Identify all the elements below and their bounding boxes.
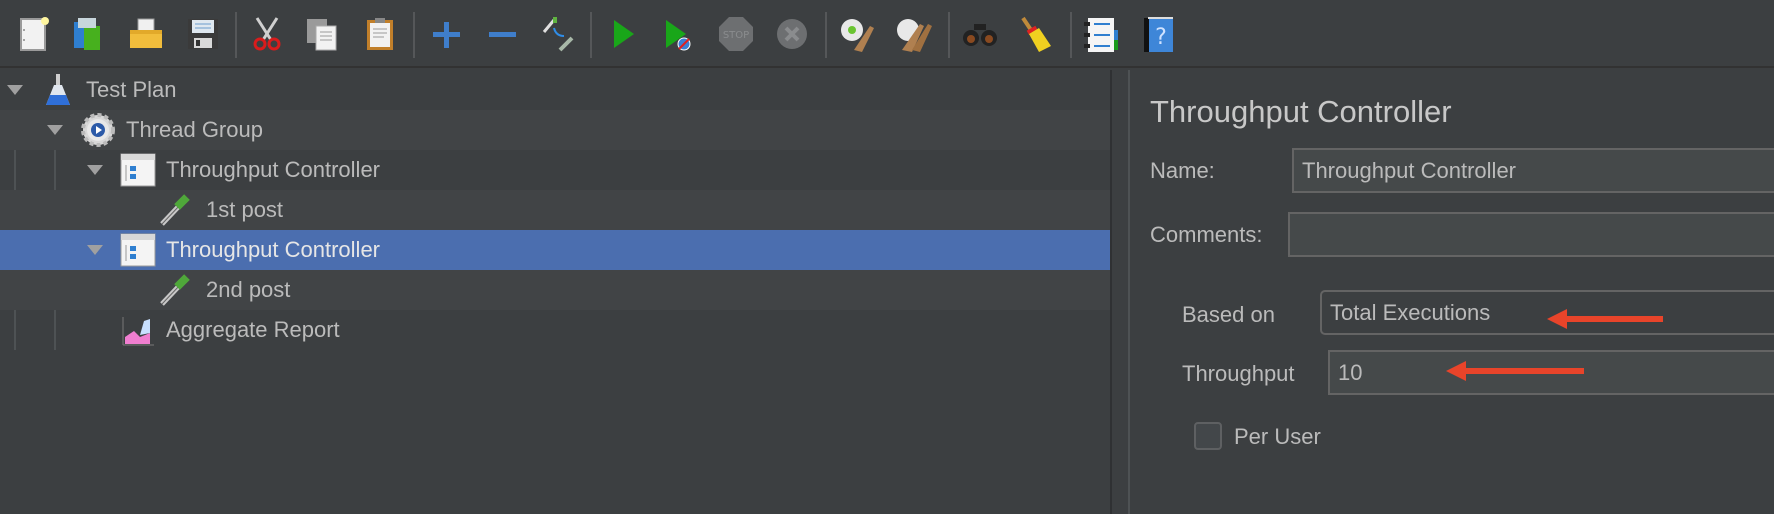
- binoculars-icon: [963, 24, 997, 46]
- panel-border: [1128, 70, 1130, 514]
- panel-splitter[interactable]: [1110, 70, 1112, 514]
- aggregate-chart-icon: [120, 313, 156, 347]
- expand-toggle-icon[interactable]: [7, 85, 23, 95]
- new-button[interactable]: [12, 12, 56, 56]
- toolbar-separator: [590, 12, 592, 58]
- play-icon: [614, 20, 634, 48]
- tree-node-test-plan[interactable]: Test Plan: [0, 70, 1110, 110]
- annotation-arrow-based-on: [1547, 309, 1663, 329]
- reset-search-button[interactable]: [1013, 12, 1057, 56]
- clear-all-button[interactable]: [890, 12, 934, 56]
- search-button[interactable]: [958, 12, 1002, 56]
- expand-toggle-icon[interactable]: [87, 245, 103, 255]
- shutdown-x-icon: [777, 19, 807, 49]
- svg-text:?: ?: [1155, 25, 1167, 50]
- tree-node-label: Test Plan: [86, 77, 177, 102]
- open-folder-icon: [130, 18, 162, 48]
- help-button[interactable]: ?: [1136, 12, 1180, 56]
- start-no-pauses-button[interactable]: [654, 12, 698, 56]
- tree-node-throughput-controller-2[interactable]: Throughput Controller: [0, 230, 1110, 270]
- name-label: Name:: [1150, 158, 1215, 183]
- tree-node-throughput-controller-1[interactable]: Throughput Controller: [0, 150, 1110, 190]
- scissors-icon: [253, 17, 281, 51]
- tree-node-label: Aggregate Report: [166, 317, 340, 342]
- cut-button[interactable]: [245, 12, 289, 56]
- clear-all-icon: [897, 19, 932, 52]
- stop-sign-icon: STOP: [719, 17, 753, 51]
- expand-toggle-icon[interactable]: [47, 125, 63, 135]
- toolbar-separator: [825, 12, 827, 58]
- tree-node-thread-group[interactable]: Thread Group: [0, 110, 1110, 150]
- tree-node-label: 1st post: [206, 197, 284, 222]
- minus-icon: [489, 32, 516, 37]
- toggle-button[interactable]: [536, 12, 580, 56]
- per-user-checkbox[interactable]: [1194, 422, 1222, 450]
- copy-icon: [307, 19, 337, 51]
- tree-node-label: Throughput Controller: [166, 157, 381, 182]
- test-plan-tree: Test Plan Thread Group Throughput Contro…: [0, 70, 1110, 514]
- clear-button[interactable]: [834, 12, 878, 56]
- toggle-enable-icon: [542, 17, 574, 52]
- function-helper-button[interactable]: [1078, 12, 1122, 56]
- toolbar-separator: [948, 12, 950, 58]
- controller-icon: [120, 153, 156, 187]
- sampler-pipette-icon: [158, 273, 194, 307]
- flask-icon: [40, 73, 76, 107]
- start-button[interactable]: [600, 12, 644, 56]
- svg-text:STOP: STOP: [723, 30, 749, 41]
- collapse-all-button[interactable]: [480, 12, 524, 56]
- comments-label: Comments:: [1150, 222, 1263, 247]
- templates-button[interactable]: [66, 12, 110, 56]
- gear-icon: [80, 113, 116, 147]
- save-button[interactable]: [181, 12, 225, 56]
- clear-gear-broom-icon: [841, 19, 874, 52]
- panel-title: Throughput Controller: [1150, 94, 1452, 129]
- toolbar: STOP ?: [0, 0, 1774, 68]
- play-no-timers-icon: [666, 20, 691, 51]
- toolbar-separator: [413, 12, 415, 58]
- broom-icon: [1021, 16, 1051, 52]
- controller-icon: [120, 233, 156, 267]
- tree-node-aggregate-report[interactable]: Aggregate Report: [0, 310, 1110, 350]
- open-button[interactable]: [124, 12, 168, 56]
- toolbar-separator: [235, 12, 237, 58]
- tree-node-2nd-post[interactable]: 2nd post: [0, 270, 1110, 310]
- throughput-label: Throughput: [1182, 361, 1295, 386]
- clipboard-paste-icon: [367, 18, 393, 50]
- tree-node-label: Throughput Controller: [166, 237, 381, 262]
- stop-button[interactable]: STOP: [714, 12, 758, 56]
- save-floppy-icon: [188, 19, 218, 49]
- paste-button[interactable]: [358, 12, 402, 56]
- name-field[interactable]: Throughput Controller: [1292, 148, 1774, 193]
- function-list-icon: [1084, 18, 1118, 52]
- copy-button[interactable]: [300, 12, 344, 56]
- tree-node-label: 2nd post: [206, 277, 291, 302]
- comments-field[interactable]: [1288, 212, 1774, 257]
- expand-toggle-icon[interactable]: [87, 165, 103, 175]
- expand-all-button[interactable]: [424, 12, 468, 56]
- shutdown-button[interactable]: [770, 12, 814, 56]
- new-document-icon: [20, 17, 49, 51]
- tree-node-1st-post[interactable]: 1st post: [0, 190, 1110, 230]
- toolbar-separator: [1070, 12, 1072, 58]
- help-book-icon: ?: [1144, 17, 1173, 52]
- plus-icon: [433, 22, 460, 48]
- sampler-pipette-icon: [158, 193, 194, 227]
- tree-node-label: Thread Group: [126, 117, 263, 142]
- per-user-label: Per User: [1234, 424, 1321, 449]
- annotation-arrow-throughput: [1446, 361, 1584, 381]
- based-on-label: Based on: [1182, 302, 1275, 327]
- templates-icon: [74, 18, 100, 50]
